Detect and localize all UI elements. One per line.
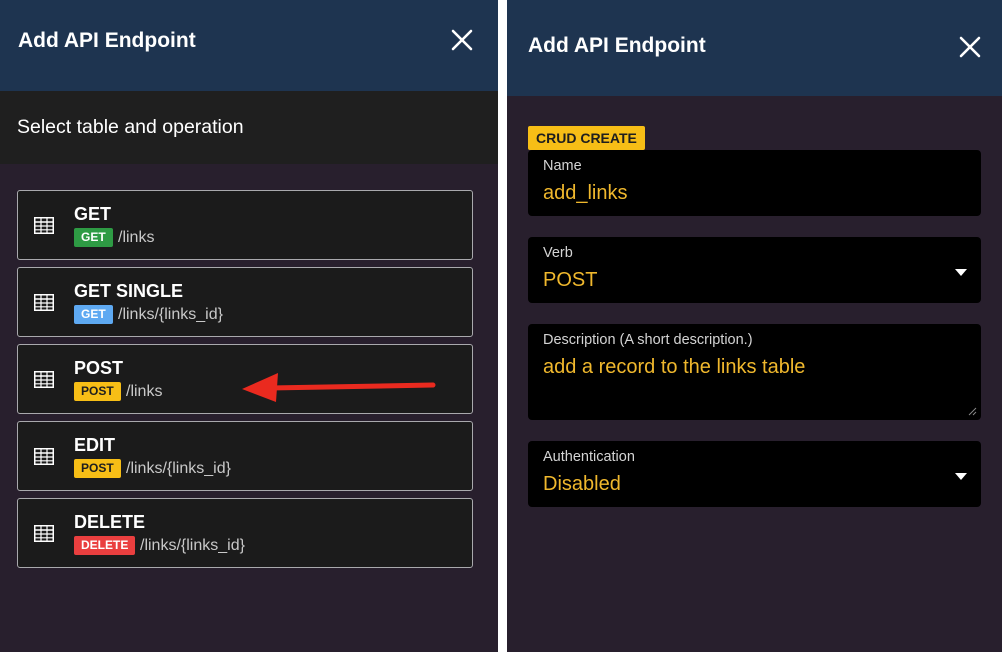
- endpoint-path: /links/{links_id}: [126, 460, 231, 477]
- caret-down-icon: [955, 269, 967, 276]
- close-button[interactable]: [449, 27, 475, 53]
- step-subheader: Select table and operation: [0, 91, 498, 164]
- operation-title: GET: [74, 204, 112, 224]
- description-value[interactable]: add a record to the links table: [543, 356, 805, 379]
- table-icon: [34, 294, 54, 311]
- verb-value: POST: [543, 269, 598, 291]
- http-method-badge: DELETE: [74, 536, 136, 555]
- http-method-badge: POST: [74, 459, 121, 478]
- operation-title: POST: [74, 358, 124, 378]
- operation-card-get-single[interactable]: GET SINGLE GET/links/{links_id}: [17, 267, 473, 337]
- crud-type-badge: CRUD CREATE: [528, 126, 645, 150]
- description-textarea[interactable]: Description (A short description.) add a…: [528, 324, 981, 420]
- table-icon: [34, 217, 54, 234]
- authentication-label: Authentication: [543, 449, 635, 465]
- name-value[interactable]: add_links: [543, 182, 628, 205]
- authentication-select[interactable]: Authentication Disabled: [528, 441, 981, 507]
- name-field[interactable]: Name add_links: [528, 150, 981, 216]
- resize-handle-icon[interactable]: [968, 407, 977, 416]
- description-label: Description (A short description.): [543, 332, 753, 348]
- select-operation-panel: Add API Endpoint Select table and operat…: [0, 0, 498, 652]
- modal-title: Add API Endpoint: [528, 34, 706, 57]
- authentication-value: Disabled: [543, 473, 621, 495]
- http-method-badge: GET: [74, 305, 113, 324]
- close-button[interactable]: [957, 34, 983, 60]
- endpoint-path: /links/{links_id}: [140, 537, 245, 554]
- endpoint-path: /links: [118, 229, 155, 246]
- modal-header: Add API Endpoint: [507, 0, 1002, 96]
- caret-down-icon: [955, 473, 967, 480]
- endpoint-path: /links/{links_id}: [118, 306, 223, 323]
- operation-title: GET SINGLE: [74, 281, 184, 301]
- table-icon: [34, 371, 54, 388]
- operation-card-get[interactable]: GET GET/links: [17, 190, 473, 260]
- endpoint-path: /links: [126, 383, 163, 400]
- endpoint-form-panel: Add API Endpoint CRUD CREATE Name add_li…: [507, 0, 1002, 652]
- table-icon: [34, 448, 54, 465]
- operation-card-edit[interactable]: EDIT POST/links/{links_id}: [17, 421, 473, 491]
- modal-header: Add API Endpoint: [0, 0, 498, 91]
- operation-card-delete[interactable]: DELETE DELETE/links/{links_id}: [17, 498, 473, 568]
- http-method-badge: GET: [74, 228, 113, 247]
- close-icon: [451, 29, 473, 51]
- close-icon: [959, 36, 981, 58]
- step-title: Select table and operation: [17, 116, 244, 138]
- operation-title: EDIT: [74, 435, 116, 455]
- name-label: Name: [543, 158, 582, 174]
- operation-title: DELETE: [74, 512, 146, 532]
- verb-label: Verb: [543, 245, 573, 261]
- red-arrow-icon: [242, 373, 436, 402]
- verb-select[interactable]: Verb POST: [528, 237, 981, 303]
- http-method-badge: POST: [74, 382, 121, 401]
- modal-title: Add API Endpoint: [18, 29, 196, 52]
- table-icon: [34, 525, 54, 542]
